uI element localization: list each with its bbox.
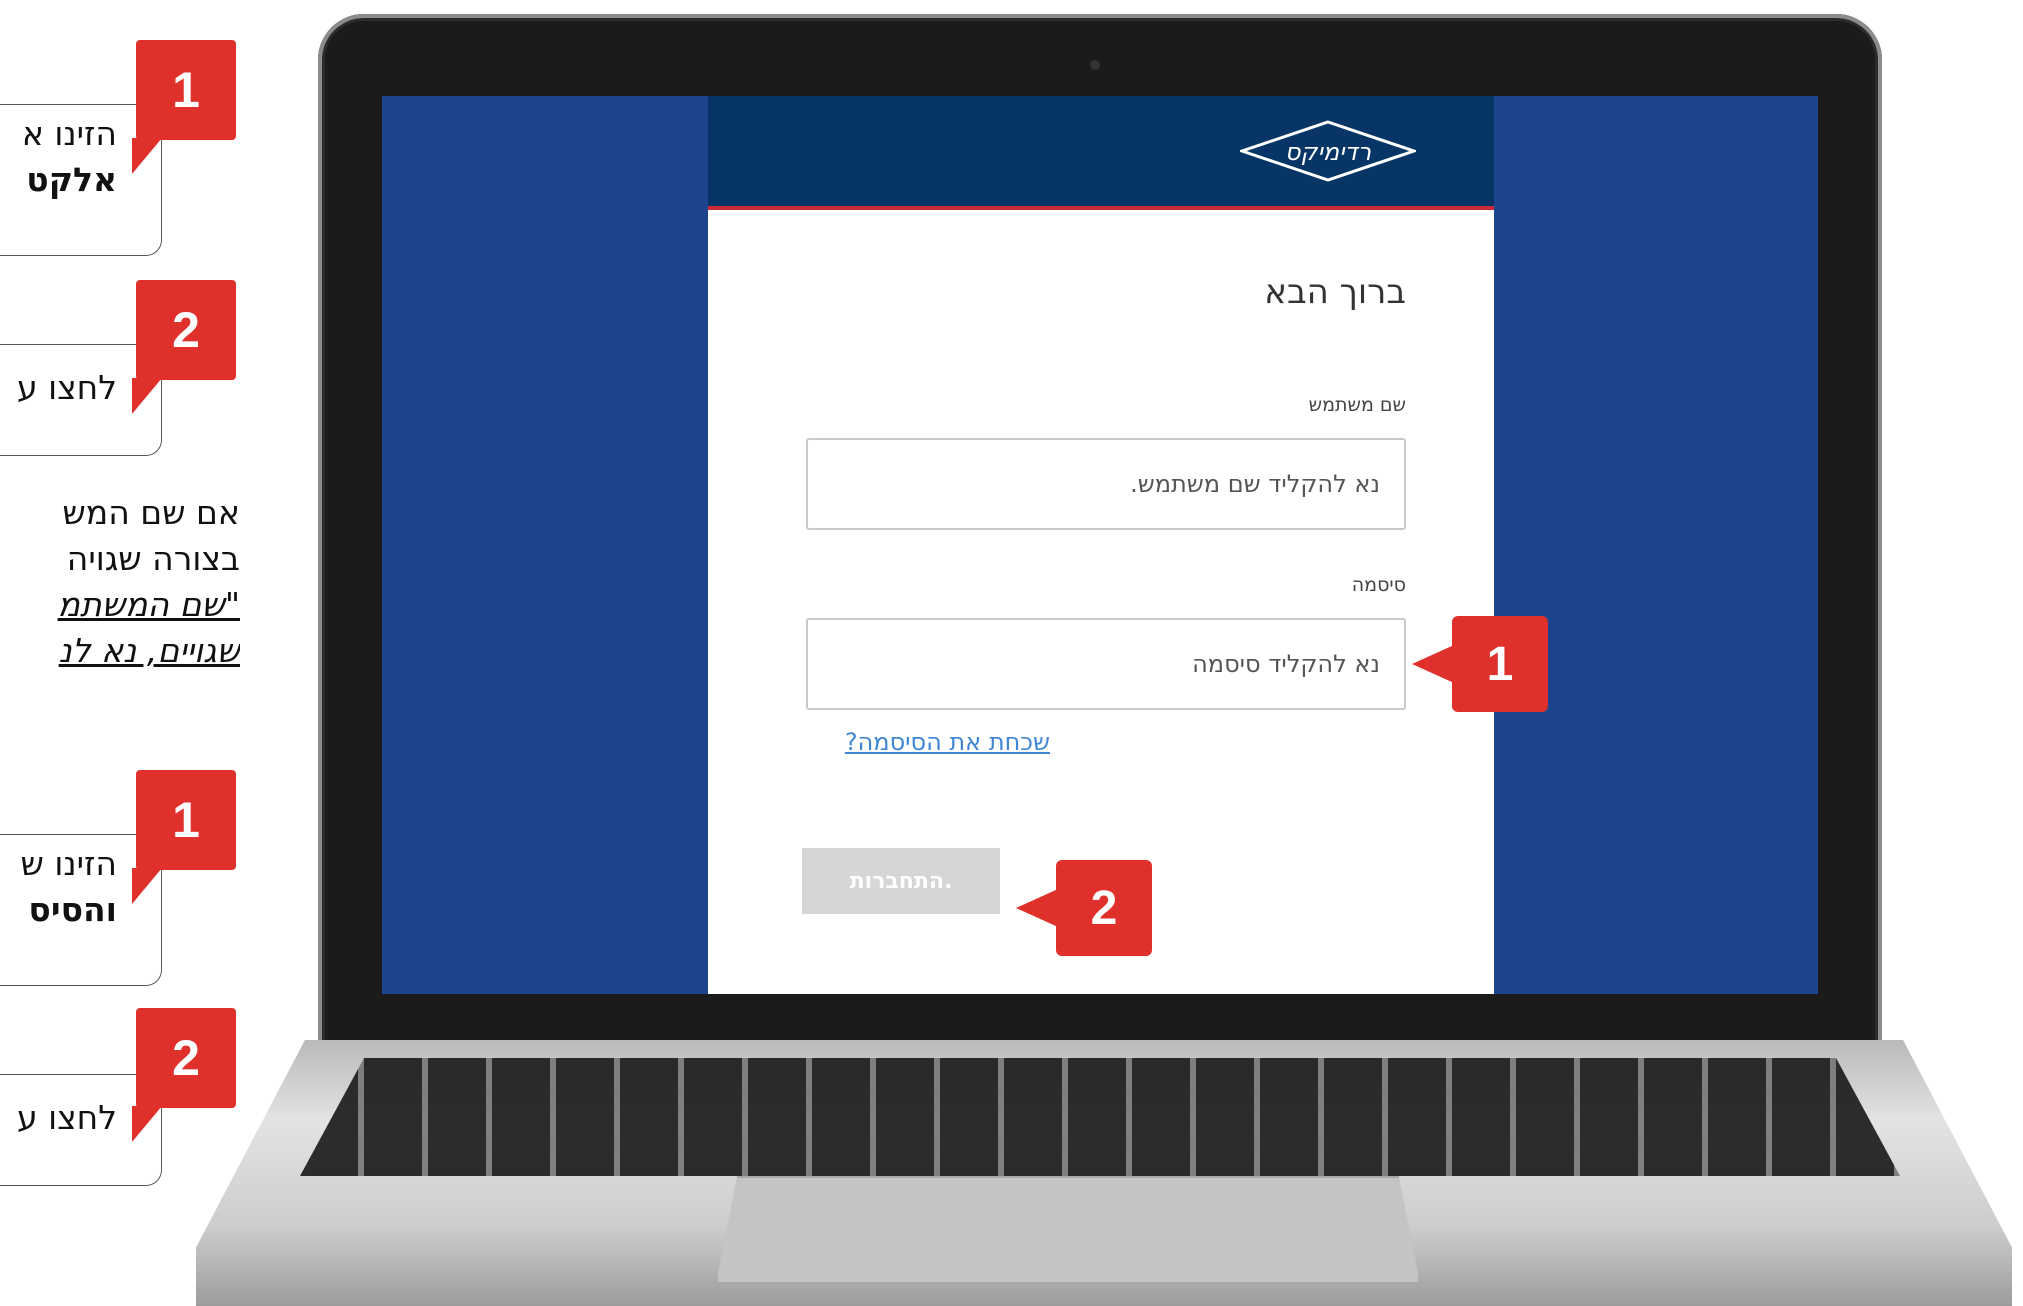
instruction-text-line1: לחצו ע [16, 1098, 117, 1137]
logo-text: רדימיקס [1285, 138, 1371, 166]
error-note: אם שם המש בצורה שגויה "שם המשתמ שגויים, … [0, 490, 240, 674]
keyboard [300, 1058, 1900, 1176]
password-label: סיסמה [1351, 574, 1406, 596]
instruction-text-line1: הזינו ש [20, 844, 117, 883]
login-header: רדימיקס [708, 96, 1494, 210]
error-message-quote-line2: שגויים, נא לנ [58, 631, 240, 670]
username-label: שם משתמש [1308, 394, 1406, 416]
instruction-text-line2: אלקט [26, 160, 117, 199]
step-number-badge: 1 [132, 770, 236, 904]
laptop-screen: רדימיקס ברוך הבא שם משתמש סיסמה שכחת את … [382, 96, 1818, 994]
login-step-badge: 2 [1016, 860, 1152, 956]
step-number-badge: 2 [132, 280, 236, 414]
password-step-badge: 1 [1412, 616, 1548, 712]
step-number-badge: 1 [132, 40, 236, 174]
username-input[interactable] [806, 438, 1406, 530]
forgot-password-link[interactable]: שכחת את הסיסמה? [845, 728, 1050, 756]
error-message-quote-line1: "שם המשתמ [57, 585, 240, 624]
password-input[interactable] [806, 618, 1406, 710]
instruction-text-line2: והסיס [28, 890, 117, 929]
readymix-logo-icon: רדימיקס [1240, 120, 1416, 182]
trackpad [716, 1176, 1420, 1284]
camera-icon [1090, 60, 1100, 70]
error-note-line1: אם שם המש [62, 493, 240, 532]
error-note-line2: בצורה שגויה [66, 539, 240, 578]
login-button[interactable]: התחברות. [802, 848, 1000, 914]
welcome-title: ברוך הבא [1264, 272, 1406, 312]
step-number-badge: 2 [132, 1008, 236, 1142]
instruction-text-line1: לחצו ע [16, 368, 117, 407]
instruction-text-line1: הזינו א [21, 114, 117, 153]
